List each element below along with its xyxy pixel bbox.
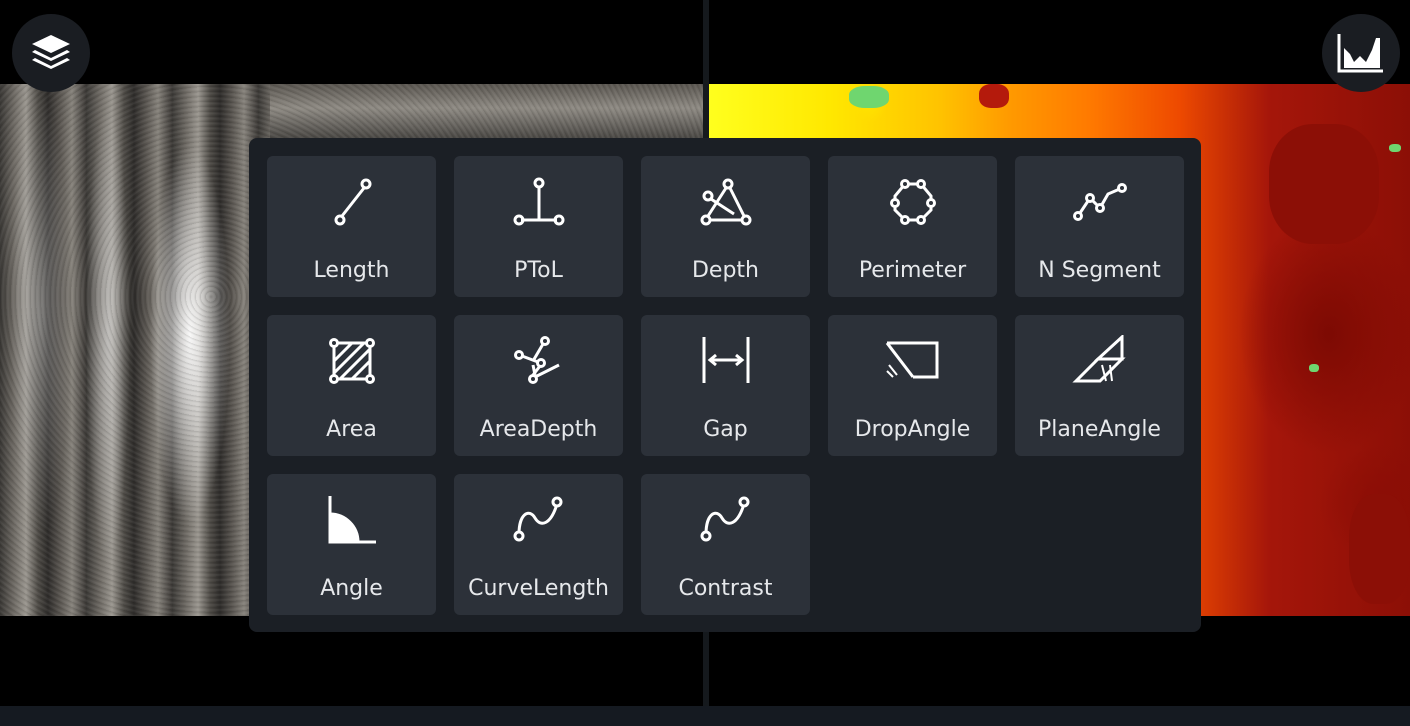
depth-icon [700, 178, 751, 226]
camera-image-shaft [270, 84, 703, 144]
measure-perimeter-button[interactable]: Perimeter [828, 156, 997, 297]
gap-icon [702, 337, 749, 383]
measure-n-segment-button[interactable]: N Segment [1015, 156, 1184, 297]
histogram-icon [1337, 34, 1383, 73]
depth-spot [1389, 144, 1401, 152]
measure-ptol-label: PToL [514, 258, 563, 283]
measure-n-segment-label: N Segment [1038, 258, 1161, 283]
depth-spot [979, 84, 1009, 108]
measure-depth-label: Depth [691, 258, 759, 283]
histogram-button[interactable] [1322, 14, 1400, 92]
drop-angle-icon [885, 341, 938, 379]
measure-depth-button[interactable]: Depth [641, 156, 810, 297]
measure-perimeter-label: Perimeter [858, 258, 967, 283]
measure-plane-angle-label: PlaneAngle [1038, 417, 1161, 442]
measure-drop-angle-button[interactable]: DropAngle [828, 315, 997, 456]
perimeter-icon [889, 179, 936, 225]
measure-area-depth-label: AreaDepth [479, 417, 598, 442]
measure-angle-button[interactable]: Angle [267, 474, 436, 615]
measure-area-depth-button[interactable]: AreaDepth [454, 315, 623, 456]
measure-gap-button[interactable]: Gap [641, 315, 810, 456]
area-icon [328, 338, 375, 384]
measure-drop-angle-label: DropAngle [854, 417, 971, 442]
angle-icon [328, 496, 376, 544]
measurement-menu: Length PToL Depth Perimeter N Segment Ar… [249, 138, 1201, 632]
measure-area-button[interactable]: Area [267, 315, 436, 456]
plane-angle-icon [1071, 335, 1126, 383]
depth-spot [1349, 494, 1410, 604]
measure-gap-label: Gap [703, 417, 748, 442]
depth-spot [1309, 364, 1319, 372]
curve-length-icon [513, 496, 562, 542]
bottom-bar [0, 706, 1410, 726]
contrast-icon [700, 496, 749, 542]
measure-contrast-button[interactable]: Contrast [641, 474, 810, 615]
measure-ptol-button[interactable]: PToL [454, 156, 623, 297]
layers-button[interactable] [12, 14, 90, 92]
length-icon [334, 178, 371, 226]
point-to-line-icon [513, 177, 564, 226]
depth-spot [1269, 124, 1379, 244]
measure-plane-angle-button[interactable]: PlaneAngle [1015, 315, 1184, 456]
measure-area-label: Area [326, 417, 377, 442]
measure-curve-length-button[interactable]: CurveLength [454, 474, 623, 615]
layers-icon [32, 35, 70, 69]
n-segment-icon [1072, 183, 1127, 221]
measure-length-button[interactable]: Length [267, 156, 436, 297]
measure-contrast-label: Contrast [678, 576, 773, 601]
depth-spot [849, 86, 889, 108]
measure-curve-length-label: CurveLength [468, 576, 609, 601]
measure-angle-label: Angle [320, 576, 383, 601]
area-depth-icon [513, 336, 560, 384]
measure-length-label: Length [313, 258, 390, 283]
